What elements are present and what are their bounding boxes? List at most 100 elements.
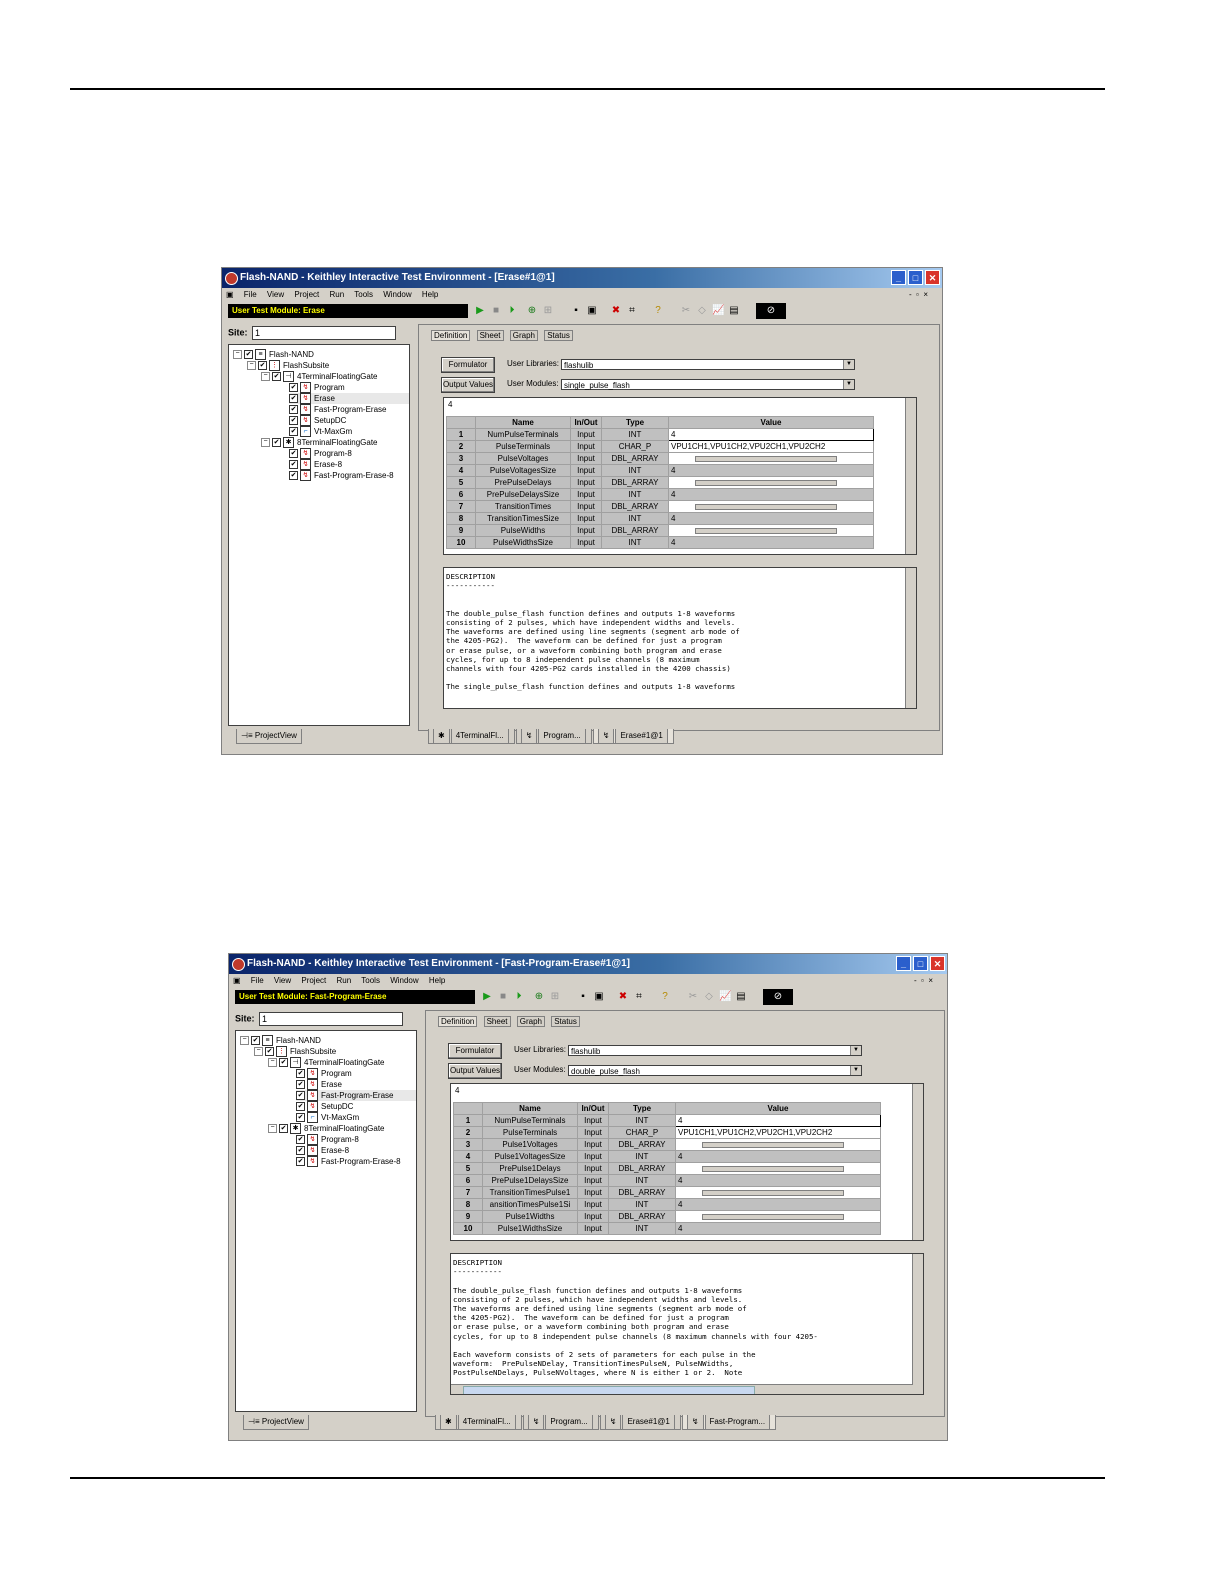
cell-edit-line[interactable]: 4 bbox=[455, 1086, 459, 1095]
cut-icon[interactable]: ✂ bbox=[687, 991, 699, 1003]
tree-node-vt-maxgm[interactable]: ✔ ⌐ Vt-MaxGm bbox=[296, 1112, 359, 1124]
tree-node-vt-maxgm[interactable]: ✔ ⌐ Vt-MaxGm bbox=[289, 426, 352, 438]
run-icon[interactable]: ▶ bbox=[474, 305, 486, 317]
paste-icon[interactable]: ◇ bbox=[703, 991, 715, 1003]
table-row[interactable]: 10 PulseWidthsSize Input INT 4 bbox=[446, 536, 874, 549]
tree-node-setupdc[interactable]: ✔ ↯ SetupDC bbox=[289, 415, 346, 427]
append-icon[interactable]: ⊕ bbox=[533, 991, 545, 1003]
menu-help[interactable]: Help bbox=[429, 976, 445, 985]
table-row[interactable]: 7 TransitionTimes Input DBL_ARRAY bbox=[446, 500, 874, 513]
table-row[interactable]: 6 PrePulseDelaysSize Input INT 4 bbox=[446, 488, 874, 501]
table-row[interactable]: 9 PulseWidths Input DBL_ARRAY bbox=[446, 524, 874, 537]
doc-tab-4terminal[interactable]: ✱ 4TerminalFl... bbox=[435, 1415, 522, 1430]
run-step-icon[interactable]: ⏵ bbox=[506, 305, 518, 317]
stop-icon[interactable]: ■ bbox=[497, 991, 509, 1003]
description-hscrollbar[interactable] bbox=[451, 1384, 913, 1394]
doc-tab-erase[interactable]: ↯ Erase#1@1 bbox=[599, 1415, 681, 1430]
formulator-button[interactable]: Formulator bbox=[441, 357, 495, 373]
rename-icon[interactable]: ⌗ bbox=[633, 991, 645, 1003]
grid-scrollbar[interactable] bbox=[912, 1084, 923, 1240]
paste-icon[interactable]: ◇ bbox=[696, 305, 708, 317]
tree-node-subsite[interactable]: − ✔ ⋮ FlashSubsite bbox=[247, 360, 329, 372]
graph-icon[interactable]: 📈 bbox=[719, 991, 731, 1003]
update-icon[interactable]: ⊞ bbox=[549, 991, 561, 1003]
table-row[interactable]: 9 Pulse1Widths Input DBL_ARRAY bbox=[453, 1210, 881, 1223]
menu-run[interactable]: Run bbox=[330, 290, 345, 299]
doc-tab-fast-program[interactable]: ↯ Fast-Program... bbox=[681, 1415, 777, 1430]
table-row[interactable]: 10 Pulse1WidthsSize Input INT 4 bbox=[453, 1222, 881, 1235]
stop-icon[interactable]: ■ bbox=[490, 305, 502, 317]
hscroll-thumb[interactable] bbox=[463, 1386, 755, 1394]
chevron-down-icon[interactable]: ▼ bbox=[843, 360, 854, 369]
chevron-down-icon[interactable]: ▼ bbox=[850, 1046, 861, 1055]
tab-graph[interactable]: Graph bbox=[516, 1016, 545, 1027]
menu-tools[interactable]: Tools bbox=[361, 976, 380, 985]
chevron-down-icon[interactable]: ▼ bbox=[850, 1066, 861, 1075]
table-row[interactable]: 5 PrePulseDelays Input DBL_ARRAY bbox=[446, 476, 874, 489]
save-icon[interactable]: ▪ bbox=[577, 991, 589, 1003]
user-modules-select[interactable]: single_pulse_flash ▼ bbox=[561, 379, 855, 390]
tab-sheet[interactable]: Sheet bbox=[483, 1016, 511, 1027]
tree-node-program-8[interactable]: ✔ ↯ Program-8 bbox=[289, 448, 352, 460]
doc-tab-program[interactable]: ↯ Program... bbox=[515, 729, 592, 744]
run-icon[interactable]: ▶ bbox=[481, 991, 493, 1003]
doc-tab-4terminal[interactable]: ✱ 4TerminalFl... bbox=[428, 729, 515, 744]
menu-project[interactable]: Project bbox=[294, 290, 319, 299]
save-all-icon[interactable]: ▣ bbox=[593, 991, 605, 1003]
description-scrollbar[interactable] bbox=[912, 1254, 923, 1394]
tree-node-fast-program-erase-8[interactable]: ✔ ↯ Fast-Program-Erase-8 bbox=[296, 1156, 401, 1168]
array-edit-bar[interactable] bbox=[695, 479, 837, 486]
table-row[interactable]: 1 NumPulseTerminals Input INT 4 bbox=[453, 1114, 881, 1127]
tree-node-project[interactable]: − ✔ ≡ Flash-NAND bbox=[233, 349, 314, 361]
site-input[interactable]: 1 bbox=[252, 326, 397, 340]
table-row[interactable]: 6 PrePulse1DelaysSize Input INT 4 bbox=[453, 1174, 881, 1187]
array-edit-bar[interactable] bbox=[702, 1189, 844, 1196]
table-row[interactable]: 4 PulseVoltagesSize Input INT 4 bbox=[446, 464, 874, 477]
array-edit-bar[interactable] bbox=[695, 503, 837, 510]
update-icon[interactable]: ⊞ bbox=[542, 305, 554, 317]
menu-help[interactable]: Help bbox=[422, 290, 438, 299]
site-input[interactable]: 1 bbox=[259, 1012, 404, 1026]
table-row[interactable]: 5 PrePulse1Delays Input DBL_ARRAY bbox=[453, 1162, 881, 1175]
project-view-tab[interactable]: ⊣≡ ProjectView bbox=[236, 729, 302, 744]
menu-run[interactable]: Run bbox=[337, 976, 352, 985]
tree-node-subsite[interactable]: − ✔ ⋮ FlashSubsite bbox=[254, 1046, 336, 1058]
tree-node-erase-8[interactable]: ✔ ↯ Erase-8 bbox=[289, 459, 342, 471]
tree-node-device-8t[interactable]: − ✔ ✱ 8TerminalFloatingGate bbox=[261, 437, 377, 449]
array-edit-bar[interactable] bbox=[702, 1141, 844, 1148]
tree-node-device-4t[interactable]: − ✔ ⊣ 4TerminalFloatingGate bbox=[261, 371, 377, 383]
user-libraries-select[interactable]: flashulib ▼ bbox=[561, 359, 855, 370]
close-button[interactable]: ✕ bbox=[925, 270, 940, 285]
array-edit-bar[interactable] bbox=[695, 527, 837, 534]
delete-icon[interactable]: ✖ bbox=[610, 305, 622, 317]
table-row[interactable]: 8 TransitionTimesSize Input INT 4 bbox=[446, 512, 874, 525]
mdi-controls[interactable]: - ▫ × bbox=[909, 288, 928, 302]
menu-window[interactable]: Window bbox=[383, 290, 411, 299]
grid-scrollbar[interactable] bbox=[905, 398, 916, 554]
close-button[interactable]: ✕ bbox=[930, 956, 945, 971]
save-all-icon[interactable]: ▣ bbox=[586, 305, 598, 317]
tree-node-erase-8[interactable]: ✔ ↯ Erase-8 bbox=[296, 1145, 349, 1157]
project-view-tab[interactable]: ⊣≡ ProjectView bbox=[243, 1415, 309, 1430]
tree-node-fast-program-erase[interactable]: ✔ ↯ Fast-Program-Erase bbox=[289, 404, 386, 416]
maximize-button[interactable]: □ bbox=[913, 956, 928, 971]
tree-node-program[interactable]: ✔ ↯ Program bbox=[289, 382, 345, 394]
menu-file[interactable]: File bbox=[244, 290, 257, 299]
tab-definition[interactable]: Definition bbox=[438, 1016, 478, 1027]
tab-sheet[interactable]: Sheet bbox=[476, 330, 504, 341]
tree-node-device-4t[interactable]: − ✔ ⊣ 4TerminalFloatingGate bbox=[268, 1057, 384, 1069]
tab-status[interactable]: Status bbox=[544, 330, 573, 341]
tree-node-program-8[interactable]: ✔ ↯ Program-8 bbox=[296, 1134, 359, 1146]
minimize-button[interactable]: _ bbox=[896, 956, 911, 971]
array-edit-bar[interactable] bbox=[702, 1213, 844, 1220]
run-step-icon[interactable]: ⏵ bbox=[513, 991, 525, 1003]
minimize-button[interactable]: _ bbox=[891, 270, 906, 285]
table-row[interactable]: 2 PulseTerminals Input CHAR_P VPU1CH1,VPU1CH… bbox=[453, 1126, 881, 1139]
tab-definition[interactable]: Definition bbox=[431, 330, 471, 341]
description-scrollbar[interactable] bbox=[905, 568, 916, 708]
tree-node-fast-program-erase[interactable]: ✔ ↯ Fast-Program-Erase bbox=[296, 1090, 416, 1102]
chevron-down-icon[interactable]: ▼ bbox=[843, 380, 854, 389]
doc-tab-erase[interactable]: ↯ Erase#1@1 bbox=[592, 729, 674, 744]
menu-project[interactable]: Project bbox=[301, 976, 326, 985]
user-modules-select[interactable]: double_pulse_flash ▼ bbox=[568, 1065, 862, 1076]
